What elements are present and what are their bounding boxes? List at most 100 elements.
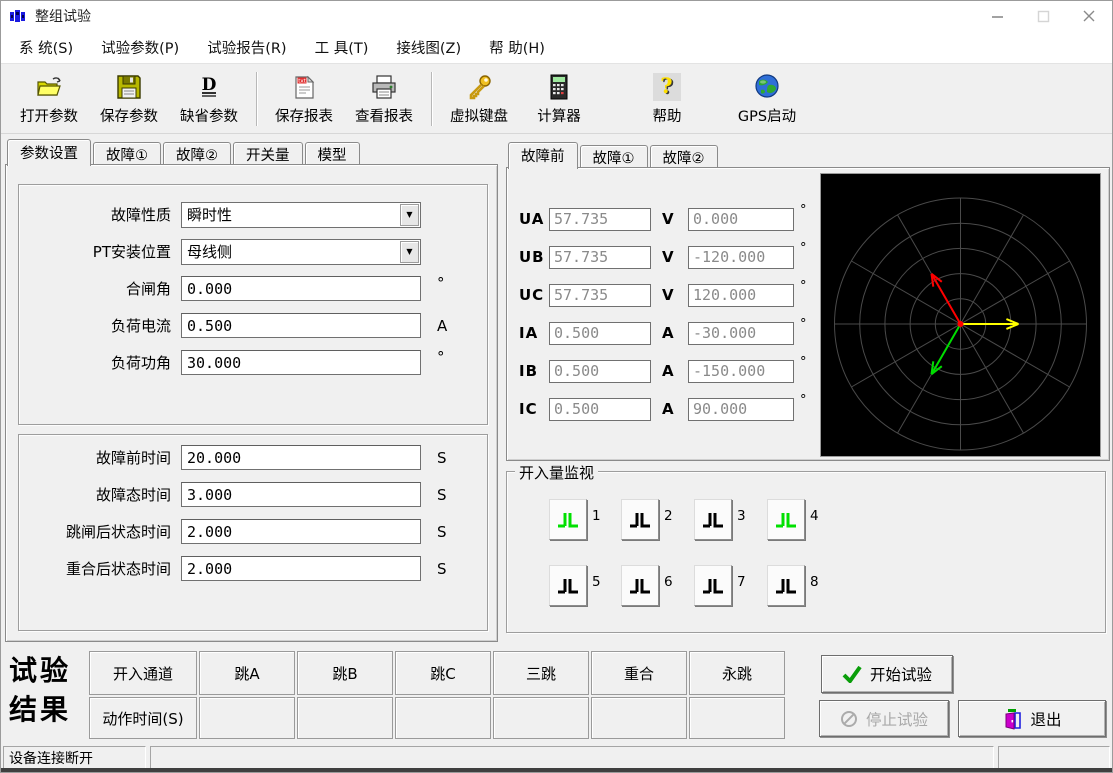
titlebar: 整组试验: [1, 1, 1112, 31]
window-title: 整组试验: [35, 6, 91, 26]
fault-params-box: 故障性质 瞬时性 ▼ PT安装位置 母线侧 ▼ 合闸角 ° 负荷电流: [18, 184, 488, 425]
di-switch-6[interactable]: 6: [621, 565, 673, 606]
minimize-icon: [991, 10, 1004, 23]
menu-help[interactable]: 帮 助(H): [479, 32, 555, 63]
di-switch-4[interactable]: 4: [767, 499, 819, 540]
close-angle-input[interactable]: [181, 276, 421, 301]
results-title: 试验 结果: [9, 652, 71, 729]
virtual-keyboard-button[interactable]: 虚拟键盘: [439, 68, 519, 130]
toolbar-separator: [431, 72, 432, 126]
phasor-diagram: [820, 173, 1101, 457]
load-current-label: 负荷电流: [23, 315, 171, 336]
ia-angle-unit: °: [800, 317, 807, 332]
tab-param-settings[interactable]: 参数设置: [7, 139, 91, 166]
di-switch-2[interactable]: 2: [621, 499, 673, 540]
close-button[interactable]: [1066, 1, 1112, 31]
ub-angle-input[interactable]: [688, 246, 794, 269]
save-report-button[interactable]: txt 保存报表: [264, 68, 344, 130]
default-params-button[interactable]: D 缺省参数: [169, 68, 249, 130]
phasor-plot-svg: [821, 174, 1100, 456]
menu-test-params[interactable]: 试验参数(P): [91, 32, 189, 63]
chevron-down-icon[interactable]: ▼: [400, 204, 419, 226]
prefault-time-input[interactable]: [181, 445, 421, 470]
load-power-angle-label: 负荷功角: [23, 352, 171, 373]
ub-angle-unit: °: [800, 241, 807, 256]
di-switch-1[interactable]: 1: [549, 499, 601, 540]
di-switch-3[interactable]: 3: [694, 499, 746, 540]
tab-model[interactable]: 模型: [305, 142, 360, 165]
ia-angle-input[interactable]: [688, 322, 794, 345]
uc-magnitude-input[interactable]: [549, 284, 651, 307]
ua-unit: V: [662, 210, 676, 228]
start-test-button[interactable]: 开始试验: [821, 655, 953, 693]
ic-angle-input[interactable]: [688, 398, 794, 421]
printer-icon: [370, 73, 398, 101]
results-header-trip-c: 跳C: [395, 651, 491, 695]
post-trip-time-input[interactable]: [181, 519, 421, 544]
ib-unit: A: [662, 362, 676, 380]
prefault-panel: UA V ° UB V ° UC V ° IA A ° IB: [506, 167, 1110, 461]
fault-nature-label: 故障性质: [23, 204, 171, 225]
load-power-angle-input[interactable]: [181, 350, 421, 375]
maximize-button[interactable]: [1020, 1, 1066, 31]
app-window: 整组试验 系 统(S) 试验参数(P) 试验报告(R) 工 具(T) 接线图(Z…: [0, 0, 1113, 773]
results-value-trip-c: [395, 697, 491, 739]
menu-wiring-diagram[interactable]: 接线图(Z): [386, 32, 471, 63]
ib-angle-unit: °: [800, 355, 807, 370]
fault-nature-select[interactable]: 瞬时性 ▼: [181, 202, 421, 228]
tab-fault-2[interactable]: 故障②: [163, 142, 231, 165]
ua-magnitude-input[interactable]: [549, 208, 651, 231]
default-d-icon: D: [195, 73, 223, 101]
help-button[interactable]: ? ? 帮助: [627, 68, 707, 130]
contact-icon: [549, 565, 587, 606]
tab-prefault-fault-1[interactable]: 故障①: [580, 145, 648, 168]
contact-icon: [767, 565, 805, 606]
calculator-button[interactable]: 计算器: [519, 68, 599, 130]
svg-text:?: ?: [660, 73, 672, 98]
time-settings-box: 故障前时间 S 故障态时间 S 跳闸后状态时间 S 重合后状态时间 S: [18, 434, 488, 631]
check-icon: [842, 665, 862, 683]
ia-unit: A: [662, 324, 676, 342]
ic-magnitude-input[interactable]: [549, 398, 651, 421]
pt-position-select[interactable]: 母线侧 ▼: [181, 239, 421, 265]
di-switch-5[interactable]: 5: [549, 565, 601, 606]
exit-button[interactable]: 退出: [958, 700, 1106, 737]
open-params-button[interactable]: 打开参数: [9, 68, 89, 130]
results-header-three-trip: 三跳: [493, 651, 589, 695]
menu-test-report[interactable]: 试验报告(R): [197, 32, 296, 63]
tab-switch-qty[interactable]: 开关量: [233, 142, 303, 165]
menubar: 系 统(S) 试验参数(P) 试验报告(R) 工 具(T) 接线图(Z) 帮 助…: [1, 31, 1112, 64]
exit-door-icon: [1002, 708, 1022, 730]
uc-angle-unit: °: [800, 279, 807, 294]
menu-system[interactable]: 系 统(S): [9, 32, 83, 63]
fault-state-time-input[interactable]: [181, 482, 421, 507]
stop-icon: [840, 710, 858, 728]
view-report-button[interactable]: 查看报表: [344, 68, 424, 130]
ua-angle-input[interactable]: [688, 208, 794, 231]
ub-magnitude-input[interactable]: [549, 246, 651, 269]
key-icon: [465, 73, 493, 101]
results-value-perm-trip: [689, 697, 785, 739]
chevron-down-icon[interactable]: ▼: [400, 241, 419, 263]
ia-magnitude-input[interactable]: [549, 322, 651, 345]
di-switch-8[interactable]: 8: [767, 565, 819, 606]
stop-test-button[interactable]: 停止试验: [819, 700, 949, 737]
menu-tools[interactable]: 工 具(T): [305, 32, 379, 63]
post-reclose-time-input[interactable]: [181, 556, 421, 581]
uc-angle-input[interactable]: [688, 284, 794, 307]
tab-prefault[interactable]: 故障前: [508, 142, 578, 169]
contact-icon: [767, 499, 805, 540]
gps-start-button[interactable]: GPS启动: [727, 68, 807, 130]
save-params-button[interactable]: 保存参数: [89, 68, 169, 130]
ib-magnitude-input[interactable]: [549, 360, 651, 383]
tab-prefault-fault-2[interactable]: 故障②: [650, 145, 718, 168]
results-header-trip-b: 跳B: [297, 651, 393, 695]
di-switch-7[interactable]: 7: [694, 565, 746, 606]
load-current-input[interactable]: [181, 313, 421, 338]
ib-angle-input[interactable]: [688, 360, 794, 383]
calculator-icon: [545, 73, 573, 101]
ic-label: IC: [519, 400, 549, 418]
tab-fault-1[interactable]: 故障①: [93, 142, 161, 165]
minimize-button[interactable]: [974, 1, 1020, 31]
post-trip-time-unit: S: [437, 523, 455, 541]
